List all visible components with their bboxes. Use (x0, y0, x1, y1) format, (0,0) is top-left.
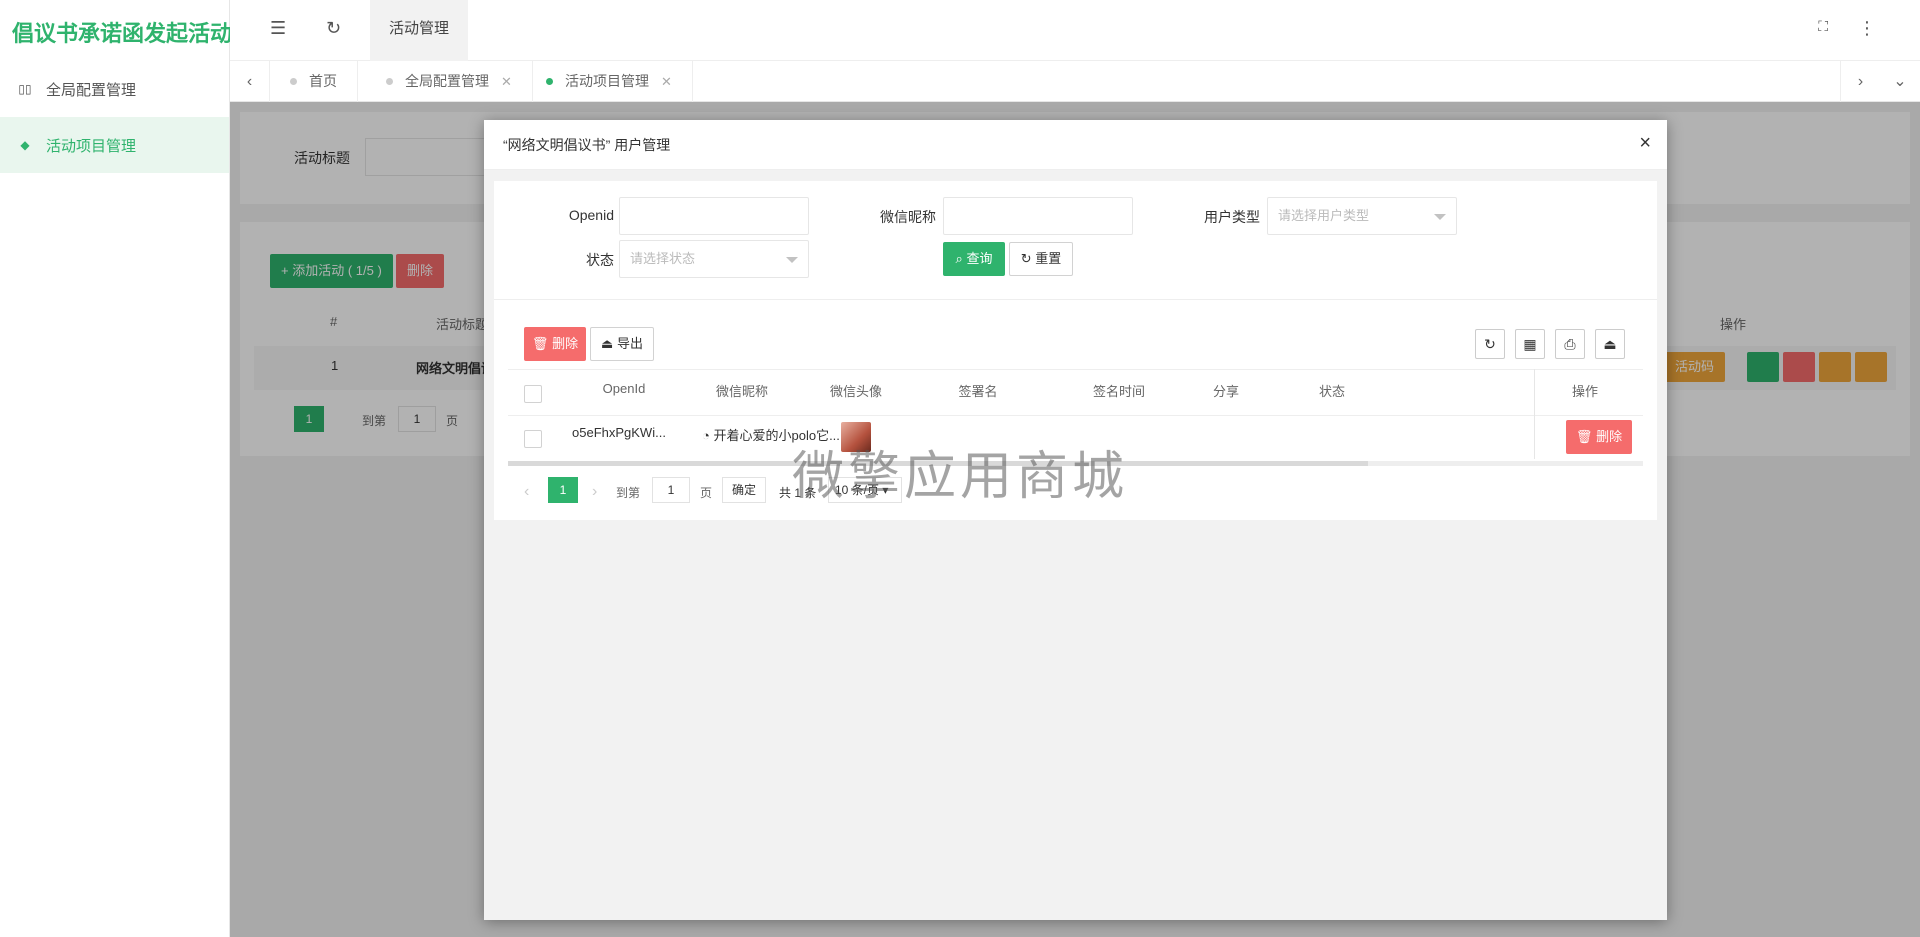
col-share: 分享 (1212, 384, 1239, 399)
user-type-select[interactable]: 请选择用户类型 (1267, 197, 1457, 235)
fullscreen-icon[interactable]: ⛶ (1818, 18, 1828, 35)
col-openid: OpenId (602, 381, 646, 396)
grid-icon: ▯▯ (18, 82, 32, 96)
tab-dot (546, 78, 553, 85)
col-signer: 签署名 (958, 384, 998, 399)
user-management-modal: “网络文明倡议书” 用户管理 × Openid 微信昵称 用户类型 请选择用户类… (484, 120, 1667, 920)
row-delete-button[interactable]: 🗑 删除 (1566, 420, 1632, 454)
refresh-icon: ↻ (1020, 251, 1032, 266)
close-icon[interactable]: ✕ (661, 74, 672, 89)
caret-down-icon (1434, 214, 1446, 220)
modal-title: “网络文明倡议书” 用户管理 (484, 120, 1667, 170)
refresh-icon[interactable]: ↻ (1475, 329, 1505, 359)
close-icon[interactable]: ✕ (501, 74, 512, 89)
top-bar: ☰ ↻ 活动管理 ⛶ ⋮ (230, 0, 1920, 61)
columns-icon[interactable]: ▦ (1515, 329, 1545, 359)
button-label: 导出 (616, 336, 643, 351)
more-vertical-icon[interactable]: ⋮ (1858, 18, 1876, 39)
tab-home[interactable]: 首页 (270, 61, 358, 102)
trash-icon: 🗑 (531, 336, 549, 351)
sidebar-item-label: 全局配置管理 (46, 81, 137, 99)
divider (494, 299, 1657, 300)
button-label: 删除 (552, 336, 579, 351)
tab-label: 活动项目管理 (565, 73, 649, 89)
sidebar: 倡议书承诺函发起活动 ▯▯ 全局配置管理 ◆ 活动项目管理 (0, 0, 233, 937)
refresh-icon[interactable]: ↻ (326, 18, 341, 39)
col-actions: 操作 (1571, 384, 1598, 399)
fixed-column-divider (1534, 369, 1535, 459)
col-sign-time: 签名时间 (1092, 384, 1145, 399)
close-icon[interactable]: × (1639, 133, 1651, 153)
delete-button[interactable]: 🗑 删除 (524, 327, 586, 361)
tab-bar: ‹ 首页 全局配置管理 ✕ 活动项目管理 ✕ › ⌄ (230, 61, 1920, 102)
button-label: 删除 (1596, 429, 1623, 444)
openid-label: Openid (568, 207, 614, 223)
sidebar-item-activity-projects[interactable]: ◆ 活动项目管理 (0, 117, 229, 173)
col-status: 状态 (1318, 384, 1345, 399)
table-top-line (508, 369, 1643, 370)
export-button[interactable]: ⏏ 导出 (590, 327, 654, 361)
status-select[interactable]: 请选择状态 (619, 240, 809, 278)
button-label: 重置 (1035, 251, 1062, 266)
page-number-input[interactable]: 1 (652, 477, 690, 503)
tab-dot (290, 78, 297, 85)
avatar-badge-icon: ◔ (702, 428, 710, 443)
select-placeholder: 请选择状态 (630, 251, 696, 266)
openid-input[interactable] (619, 197, 809, 235)
col-nickname: 微信昵称 (715, 384, 768, 399)
layers-icon: ◆ (20, 138, 30, 152)
collapse-menu-icon[interactable]: ☰ (270, 18, 286, 39)
caret-down-icon (786, 257, 798, 263)
app-logo-title: 倡议书承诺函发起活动 (12, 21, 233, 46)
nickname-label: 微信昵称 (880, 209, 936, 225)
sidebar-item-global-config[interactable]: ▯▯ 全局配置管理 (0, 61, 229, 117)
tab-label: 全局配置管理 (405, 73, 489, 89)
col-avatar: 微信头像 (829, 384, 882, 399)
row-openid: o5eFhxPgKWi... (572, 425, 666, 440)
trash-icon: 🗑 (1575, 429, 1593, 444)
chevron-right-icon[interactable]: › (1840, 61, 1880, 102)
search-icon: ⌕ (955, 251, 963, 266)
table-header-line (508, 415, 1643, 416)
user-type-label: 用户类型 (1204, 209, 1260, 225)
page-label: 页 (700, 486, 713, 500)
tab-dot (386, 78, 393, 85)
chevron-down-icon[interactable]: ⌄ (1880, 61, 1920, 102)
page-next-icon[interactable]: › (592, 483, 597, 501)
row-checkbox[interactable] (524, 430, 542, 448)
page-confirm-button[interactable]: 确定 (722, 477, 766, 503)
query-button[interactable]: ⌕ 查询 (943, 242, 1005, 276)
watermark-text: 微擎应用商城 (792, 447, 1129, 507)
page-prev-icon[interactable]: ‹ (524, 483, 529, 501)
export-icon: ⏏ (601, 336, 614, 351)
tab-global-config[interactable]: 全局配置管理 ✕ (366, 61, 533, 102)
tab-label: 首页 (309, 73, 337, 89)
chevron-left-icon[interactable]: ‹ (230, 61, 270, 102)
reset-button[interactable]: ↻ 重置 (1009, 242, 1073, 276)
page-current[interactable]: 1 (548, 477, 578, 503)
button-label: 查询 (966, 251, 993, 266)
export-icon[interactable]: ⏏ (1595, 329, 1625, 359)
tab-activity-projects[interactable]: 活动项目管理 ✕ (526, 61, 693, 102)
print-icon[interactable]: ⎙ (1555, 329, 1585, 359)
sidebar-item-label: 活动项目管理 (46, 137, 137, 155)
nickname-input[interactable] (943, 197, 1133, 235)
status-label: 状态 (586, 252, 614, 268)
select-all-checkbox[interactable] (524, 385, 542, 403)
page-goto-label: 到第 (616, 486, 641, 500)
select-placeholder: 请选择用户类型 (1278, 208, 1370, 223)
page-title[interactable]: 活动管理 (370, 0, 468, 61)
